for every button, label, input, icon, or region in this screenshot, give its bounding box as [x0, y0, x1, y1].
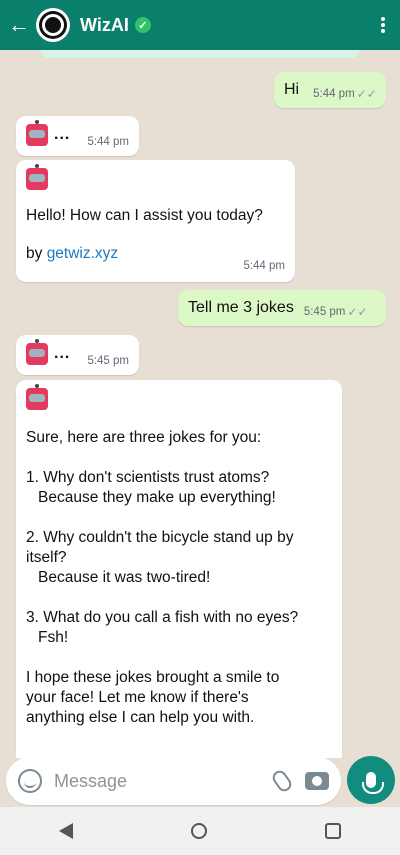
bot-message[interactable]: Sure, here are three jokes for you: 1. W…	[16, 380, 342, 758]
camera-icon[interactable]	[305, 772, 329, 790]
user-message[interactable]: Hi 5:44 pm ✓✓	[274, 72, 386, 108]
robot-icon	[26, 120, 48, 146]
bot-typing-message[interactable]: ... 5:45 pm	[16, 335, 139, 375]
verified-check-icon: ✓	[134, 17, 151, 33]
bot-typing-message[interactable]: ... 5:44 pm	[16, 116, 139, 156]
wizai-logo-icon	[42, 14, 64, 36]
user-message[interactable]: Tell me 3 jokes 5:45 pm ✓✓	[178, 290, 386, 326]
joke-question: 3. What do you call a fish with no eyes?	[26, 609, 299, 626]
joke-question: 1. Why don't scientists trust atoms?	[26, 469, 270, 486]
message-composer[interactable]: Message	[6, 757, 341, 805]
read-ticks-icon: ✓✓	[347, 305, 368, 319]
more-vertical-icon[interactable]	[374, 13, 392, 37]
microphone-icon	[362, 772, 384, 794]
message-time: 5:44 pm	[313, 88, 355, 100]
message-text: Hi	[284, 81, 300, 98]
nav-recents-icon[interactable]	[325, 823, 341, 839]
message-time: 5:44 pm	[87, 136, 129, 148]
emoji-icon[interactable]	[18, 769, 42, 793]
paperclip-icon[interactable]	[269, 767, 295, 795]
message-outro: I hope these jokes brought a smile to yo…	[26, 669, 280, 726]
contact-avatar[interactable]	[36, 8, 70, 42]
previous-message-fragment	[40, 50, 360, 58]
nav-home-icon[interactable]	[191, 823, 207, 839]
chat-header: ← WizAI ✓	[0, 0, 400, 50]
typing-dots: ...	[54, 345, 71, 362]
voice-record-button[interactable]	[347, 756, 395, 804]
message-text: Tell me 3 jokes	[188, 299, 294, 316]
joke-answer: Because it was two-tired!	[38, 569, 211, 586]
robot-icon	[26, 339, 48, 365]
contact-name[interactable]: WizAI ✓	[80, 15, 151, 36]
arrow-left-icon[interactable]: ←	[8, 14, 30, 36]
by-label: by	[26, 245, 43, 262]
message-time: 5:45 pm	[303, 306, 346, 318]
chat-area[interactable]: Hi 5:44 pm ✓✓ ... 5:44 pm Hello! How can…	[0, 50, 400, 758]
message-input[interactable]: Message	[54, 771, 127, 792]
joke-answer: Because they make up everything!	[38, 489, 276, 506]
message-time: 5:44 pm	[243, 260, 285, 272]
joke-answer: Fsh!	[38, 629, 69, 646]
bot-message[interactable]: Hello! How can I assist you today? by ge…	[16, 160, 295, 282]
joke-question: 2. Why couldn't the bicycle stand up by …	[26, 529, 294, 566]
typing-dots: ...	[54, 126, 71, 143]
robot-icon	[26, 164, 48, 190]
nav-back-icon[interactable]	[59, 823, 73, 839]
message-intro: Sure, here are three jokes for you:	[26, 429, 262, 446]
robot-icon	[26, 384, 48, 410]
contact-name-text: WizAI	[80, 14, 129, 35]
message-time: 5:45 pm	[87, 355, 129, 367]
read-ticks-icon: ✓✓	[356, 87, 377, 101]
getwiz-link[interactable]: getwiz.xyz	[47, 245, 119, 262]
message-text: Hello! How can I assist you today?	[26, 207, 263, 224]
system-navbar	[0, 807, 400, 855]
